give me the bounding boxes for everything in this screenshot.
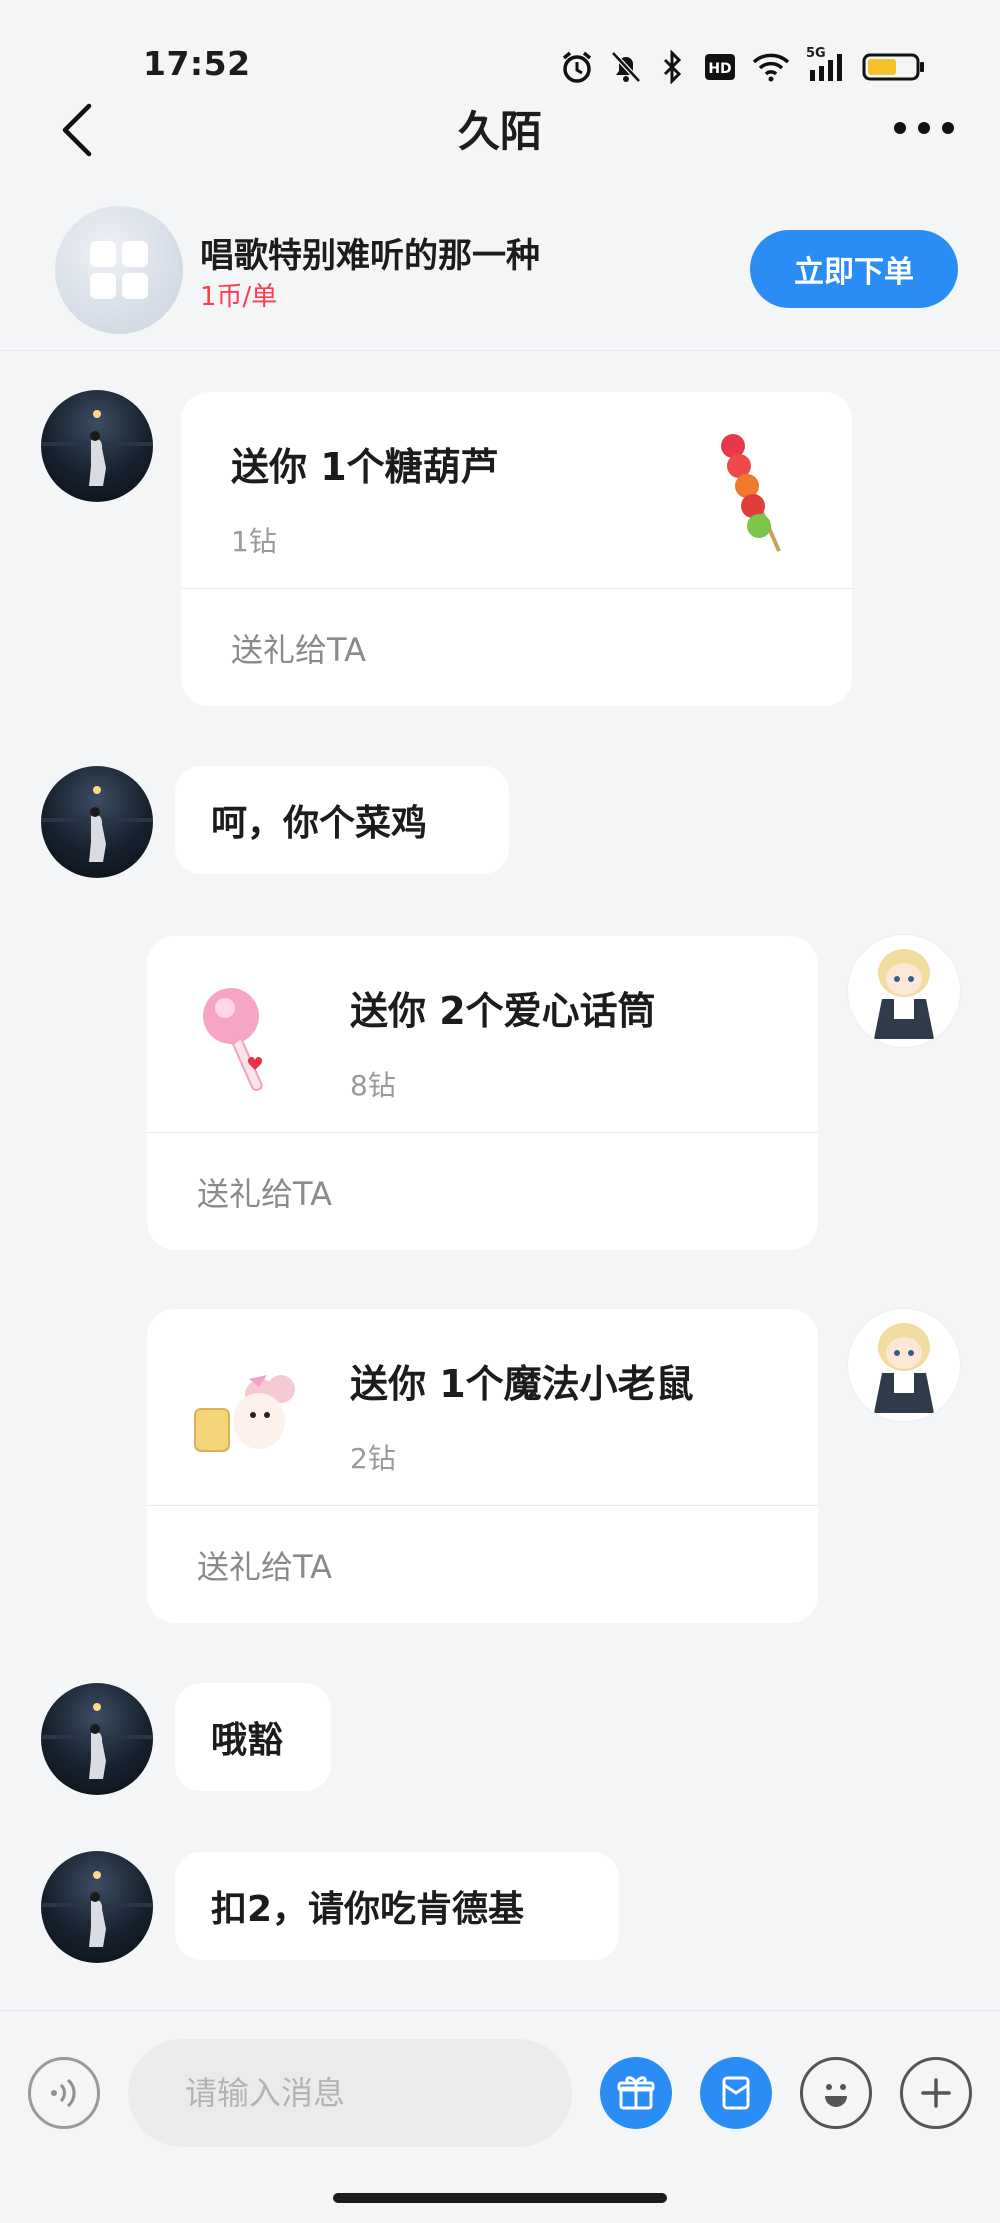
battery-icon xyxy=(862,53,924,81)
divider xyxy=(0,350,1000,351)
chat-message-bubble[interactable]: 呵，你个菜鸡 xyxy=(175,766,509,874)
avatar-person-image xyxy=(41,786,153,862)
my-avatar[interactable] xyxy=(847,934,961,1048)
hd-icon: HD xyxy=(705,54,735,80)
gift-message-card[interactable]: 送你 1个糖葫芦 1钻 送礼给TA xyxy=(181,392,852,706)
voice-icon xyxy=(51,2078,76,2108)
gift-icon xyxy=(617,2076,655,2110)
contact-avatar[interactable] xyxy=(41,390,153,502)
alarm-icon xyxy=(562,51,592,83)
heart-microphone-icon xyxy=(203,988,263,1091)
gift-button[interactable] xyxy=(600,2057,672,2129)
avatar-person-image xyxy=(41,410,153,486)
gift-message-card[interactable]: 送你 1个魔法小老鼠 2钻 送礼给TA xyxy=(147,1309,818,1623)
message-text: 扣2，请你吃肯德基 xyxy=(211,1889,525,1930)
gift-price: 1钻 xyxy=(231,525,277,558)
message-text: 哦豁 xyxy=(211,1720,284,1761)
status-icons: HD 5G xyxy=(560,45,926,89)
wifi-icon xyxy=(752,53,790,82)
svg-text:HD: HD xyxy=(708,61,731,77)
cellular-signal-icon: 5G xyxy=(806,46,846,82)
status-time: 17:52 xyxy=(143,44,251,83)
voice-button[interactable] xyxy=(28,2057,100,2129)
my-avatar[interactable] xyxy=(847,1308,961,1422)
gift-title: 送你 1个糖葫芦 xyxy=(231,445,499,489)
order-now-button[interactable]: 立即下单 xyxy=(750,230,958,308)
send-gift-link[interactable]: 送礼给TA xyxy=(147,1506,818,1623)
bluetooth-icon xyxy=(663,50,682,84)
home-indicator xyxy=(333,2193,667,2203)
avatar-anime-image xyxy=(874,949,934,1039)
page-title: 久陌 xyxy=(457,107,542,156)
mute-bell-icon xyxy=(611,51,641,83)
service-title: 唱歌特别难听的那一种 xyxy=(200,236,540,276)
chat-message-bubble[interactable]: 哦豁 xyxy=(175,1683,331,1791)
emoji-button[interactable] xyxy=(800,2057,872,2129)
service-icon xyxy=(55,206,183,334)
emoji-icon xyxy=(825,2084,847,2107)
avatar-person-image xyxy=(41,1871,153,1947)
send-gift-link[interactable]: 送礼给TA xyxy=(147,1133,818,1250)
more-button[interactable] xyxy=(893,116,955,140)
avatar-person-image xyxy=(41,1703,153,1779)
grid-apps-icon xyxy=(90,241,148,299)
more-dots-icon xyxy=(894,122,954,134)
contact-avatar[interactable] xyxy=(41,766,153,878)
chat-message-bubble[interactable]: 扣2，请你吃肯德基 xyxy=(175,1852,619,1960)
send-gift-link[interactable]: 送礼给TA xyxy=(181,589,852,706)
more-actions-button[interactable] xyxy=(900,2057,972,2129)
gift-price: 8钻 xyxy=(350,1069,396,1102)
message-input[interactable] xyxy=(183,2073,547,2113)
candied-haws-icon xyxy=(721,434,781,552)
gift-title: 送你 2个爱心话筒 xyxy=(350,989,656,1033)
contact-avatar[interactable] xyxy=(41,1683,153,1795)
gift-title: 送你 1个魔法小老鼠 xyxy=(350,1362,694,1406)
message-input-field[interactable] xyxy=(128,2039,572,2147)
message-text: 呵，你个菜鸡 xyxy=(211,803,428,844)
magic-mouse-icon xyxy=(194,1375,295,1452)
avatar-anime-image xyxy=(874,1323,934,1413)
plus-icon xyxy=(921,2078,951,2108)
service-price: 1币/单 xyxy=(200,282,278,312)
contact-avatar[interactable] xyxy=(41,1851,153,1963)
gift-price: 2钻 xyxy=(350,1442,396,1475)
red-packet-button[interactable] xyxy=(700,2057,772,2129)
gift-message-card[interactable]: 送你 2个爱心话筒 8钻 送礼给TA xyxy=(147,936,818,1250)
red-packet-icon xyxy=(722,2076,750,2110)
